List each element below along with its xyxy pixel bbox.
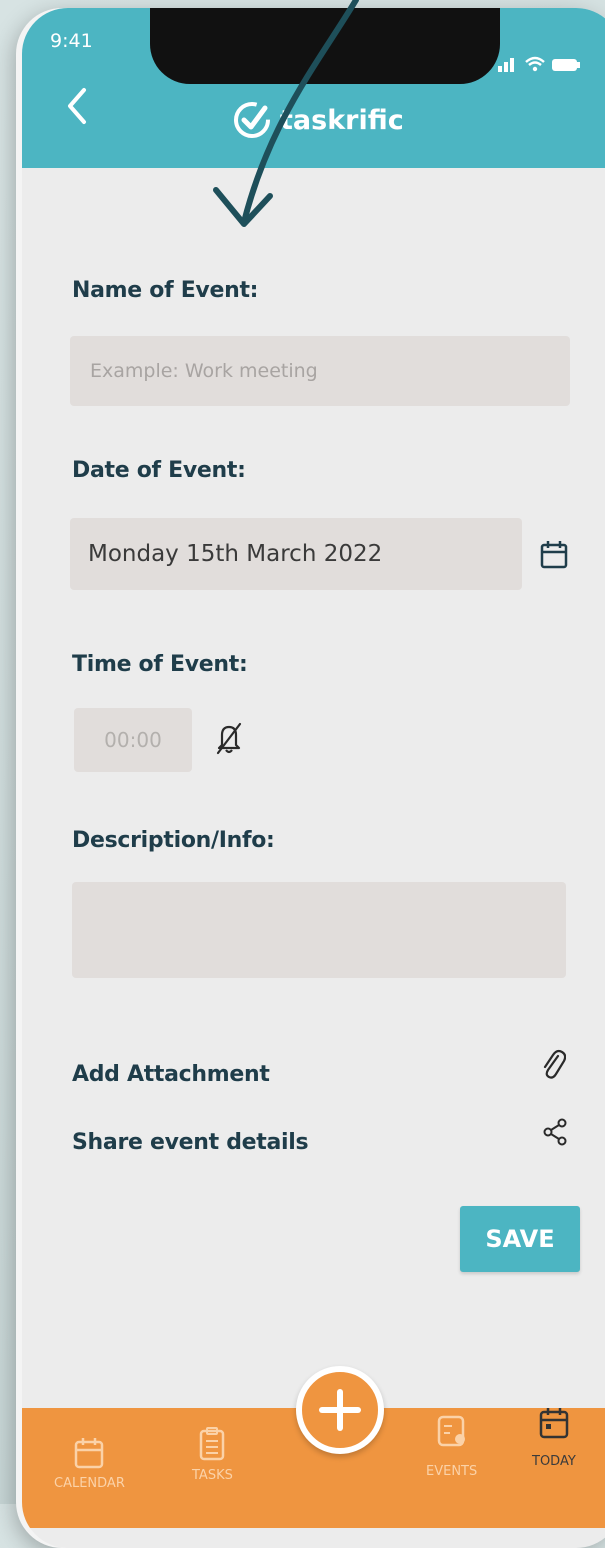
plus-icon bbox=[319, 1389, 361, 1431]
app-name: taskrific bbox=[280, 104, 404, 136]
nav-today-label: TODAY bbox=[532, 1454, 576, 1469]
event-name-placeholder: Example: Work meeting bbox=[90, 360, 318, 382]
nav-events[interactable]: EVENTS bbox=[426, 1414, 477, 1479]
app-logo: taskrific bbox=[232, 100, 404, 140]
signal-icon bbox=[498, 58, 514, 72]
name-label: Name of Event: bbox=[72, 278, 259, 303]
event-time-field[interactable]: 00:00 bbox=[74, 708, 192, 772]
clipboard-icon bbox=[200, 1427, 225, 1461]
description-label: Description/Info: bbox=[72, 828, 275, 853]
event-name-input[interactable]: Example: Work meeting bbox=[70, 336, 570, 406]
phone-frame: 9:41 taskrific Name of Event: Example: W… bbox=[22, 8, 605, 1548]
battery-icon bbox=[552, 59, 580, 71]
nav-tasks[interactable]: TASKS bbox=[192, 1426, 233, 1483]
calendar-icon bbox=[75, 1438, 104, 1469]
back-chevron-icon[interactable] bbox=[64, 86, 88, 126]
save-button[interactable]: SAVE bbox=[460, 1206, 580, 1272]
wifi-icon bbox=[525, 56, 545, 72]
calendar-picker-icon[interactable] bbox=[540, 540, 568, 570]
add-button[interactable] bbox=[296, 1366, 384, 1454]
phone-notch bbox=[150, 8, 500, 84]
reminder-off-icon[interactable] bbox=[214, 721, 244, 755]
paperclip-icon[interactable] bbox=[540, 1048, 566, 1082]
nav-today[interactable]: TODAY bbox=[532, 1406, 576, 1469]
nav-events-label: EVENTS bbox=[426, 1464, 478, 1479]
nav-tasks-label: TASKS bbox=[192, 1468, 233, 1483]
check-badge-icon bbox=[234, 102, 270, 138]
status-time: 9:41 bbox=[50, 30, 93, 52]
time-label: Time of Event: bbox=[72, 652, 248, 677]
nav-calendar-label: CALENDAR bbox=[54, 1476, 125, 1491]
description-input[interactable] bbox=[72, 882, 566, 978]
event-date-field[interactable]: Monday 15th March 2022 bbox=[70, 518, 522, 590]
share-event-link[interactable]: Share event details bbox=[72, 1130, 309, 1155]
app-header: 9:41 taskrific bbox=[22, 8, 605, 168]
status-icons bbox=[498, 56, 580, 72]
nav-calendar[interactable]: CALENDAR bbox=[54, 1436, 125, 1491]
today-icon bbox=[539, 1408, 569, 1439]
event-time-value: 00:00 bbox=[104, 728, 162, 752]
share-icon[interactable] bbox=[542, 1118, 568, 1146]
add-attachment-link[interactable]: Add Attachment bbox=[72, 1062, 270, 1087]
date-label: Date of Event: bbox=[72, 458, 246, 483]
event-date-value: Monday 15th March 2022 bbox=[88, 541, 383, 567]
events-icon bbox=[437, 1415, 465, 1447]
